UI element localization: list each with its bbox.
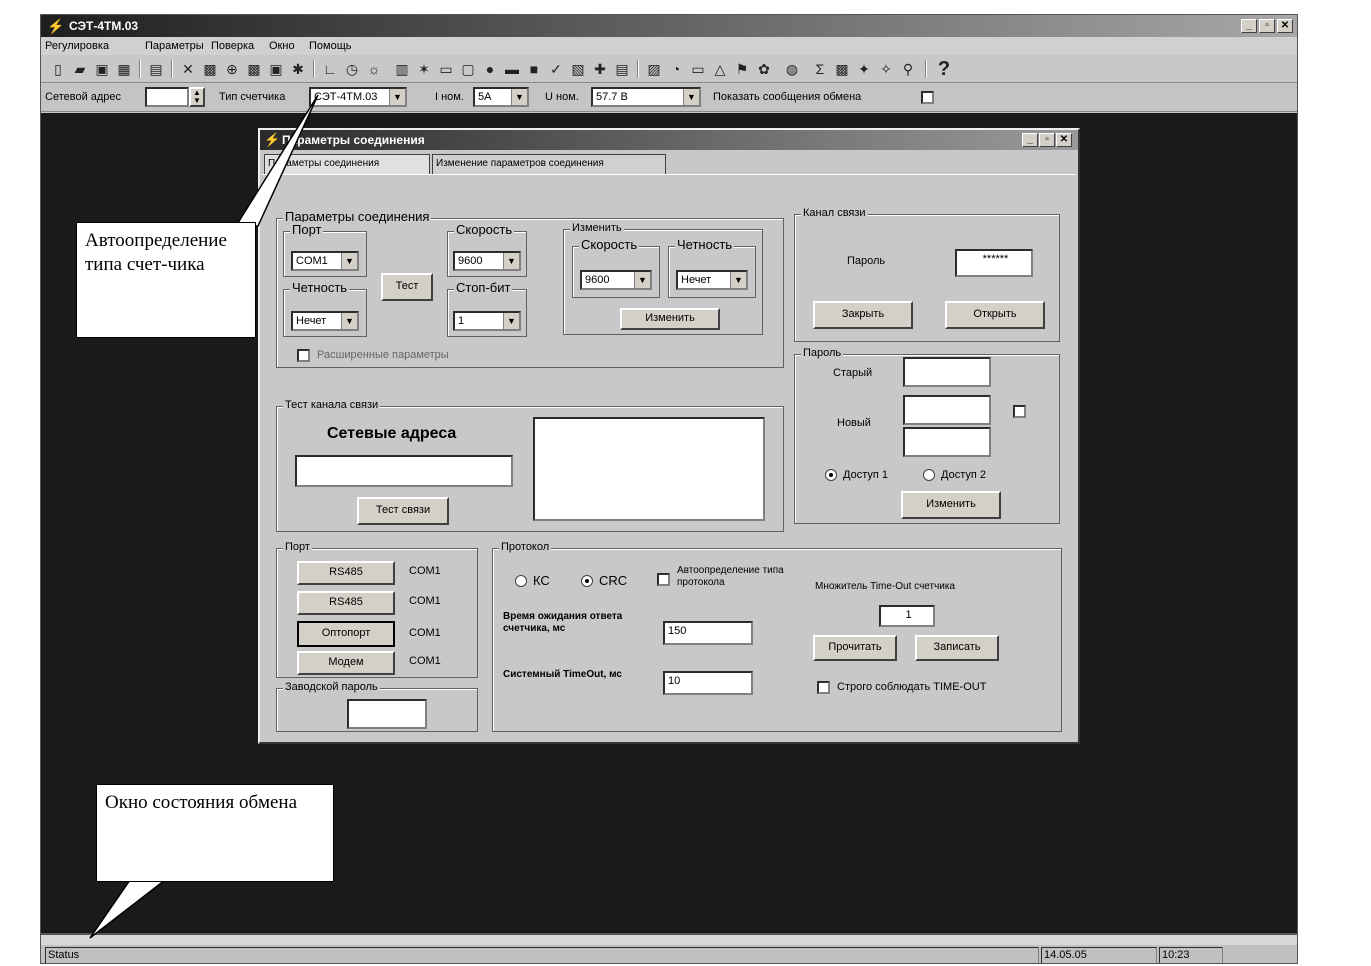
autodetect-callout: Автоопределение типа счет-чика: [76, 222, 256, 338]
status-window-callout: Окно состояния обмена: [96, 784, 334, 882]
autodetect-callout-pointer: [234, 94, 319, 227]
status-callout-pointer: [89, 879, 168, 939]
